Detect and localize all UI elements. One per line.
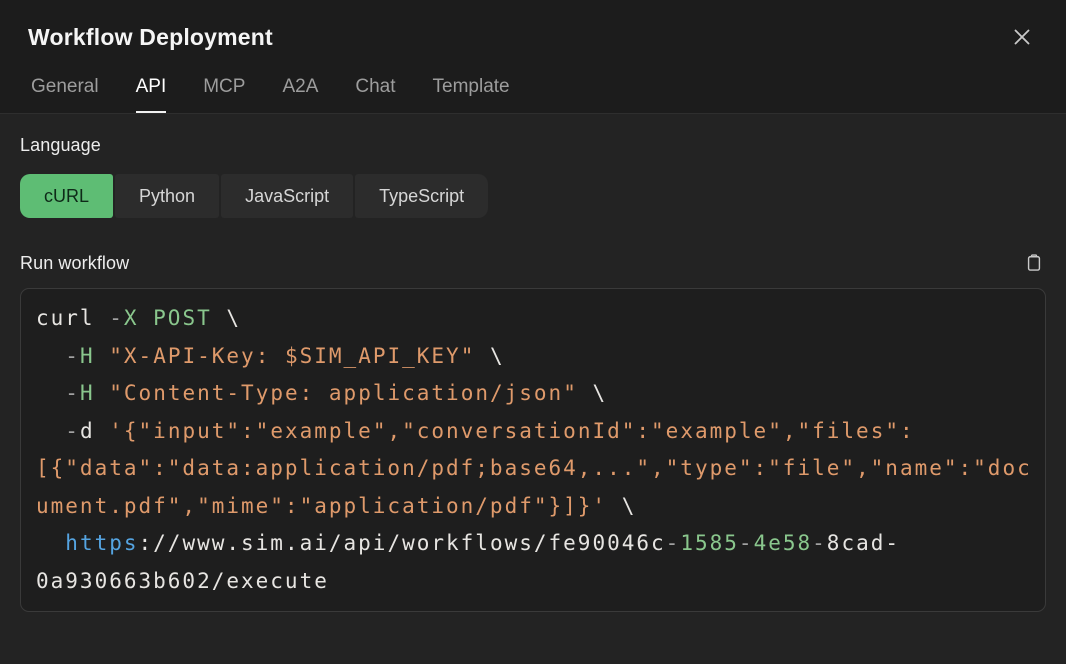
page-title: Workflow Deployment [28,21,273,51]
language-option-javascript[interactable]: JavaScript [221,174,353,218]
language-option-python[interactable]: Python [115,174,219,218]
code-line: ument.pdf","mime":"application/pdf"}]}' … [36,488,1030,526]
code-line: -H "Content-Type: application/json" \ [36,375,1030,413]
tab-api[interactable]: API [136,76,167,113]
code-line: -d '{"input":"example","conversationId":… [36,413,1030,451]
copy-button[interactable] [1022,251,1046,275]
code-block[interactable]: curl -X POST \ -H "X-API-Key: $SIM_API_K… [20,288,1046,612]
language-option-curl[interactable]: cURL [20,174,113,218]
run-workflow-label: Run workflow [20,253,129,274]
tab-mcp[interactable]: MCP [203,76,245,113]
close-icon [1012,27,1032,47]
workflow-deployment-modal: Workflow Deployment General API MCP A2A Chat… [0,0,1066,664]
tab-bar: General API MCP A2A Chat Template [28,76,1038,113]
clipboard-icon [1024,253,1044,273]
tab-template[interactable]: Template [433,76,510,113]
tab-a2a[interactable]: A2A [282,76,318,113]
code-line: https://www.sim.ai/api/workflows/fe90046… [36,525,1030,563]
code-line: -H "X-API-Key: $SIM_API_KEY" \ [36,338,1030,376]
language-label: Language [20,135,1046,156]
modal-body: Language cURLPythonJavaScriptTypeScript … [0,114,1066,664]
language-option-typescript[interactable]: TypeScript [355,174,488,218]
language-selector: cURLPythonJavaScriptTypeScript [20,174,1046,218]
modal-header: Workflow Deployment General API MCP A2A Chat… [0,0,1066,114]
code-line: [{"data":"data:application/pdf;base64,..… [36,450,1030,488]
tab-general[interactable]: General [31,76,99,113]
code-line: curl -X POST \ [36,300,1030,338]
tab-chat[interactable]: Chat [355,76,395,113]
code-line: 0a930663b602/execute [36,563,1030,601]
close-button[interactable] [1008,23,1036,51]
